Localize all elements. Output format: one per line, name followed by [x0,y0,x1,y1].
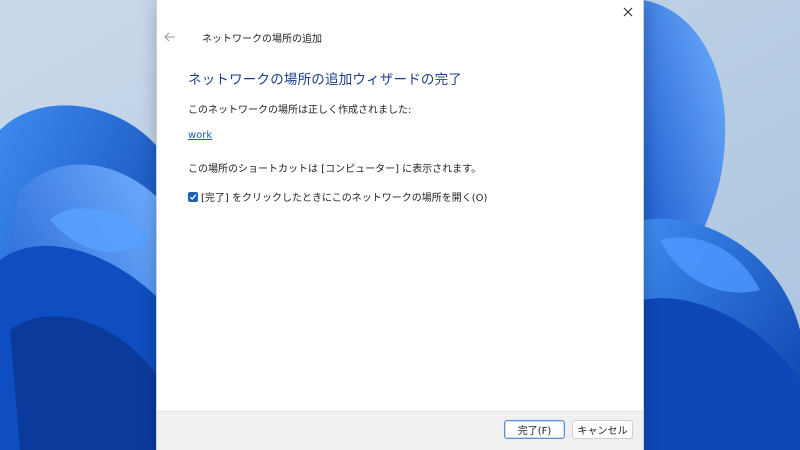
close-button[interactable] [619,2,637,22]
shortcut-info-text: この場所のショートカットは [コンピューター] に表示されます。 [188,164,482,175]
open-location-checkbox-row[interactable]: [完了] をクリックしたときにこのネットワークの場所を開く(O) [188,189,487,204]
cancel-button[interactable]: キャンセル [572,420,633,439]
open-location-checkbox[interactable] [188,191,198,202]
dialog-footer: 完了(F) キャンセル [157,411,643,450]
open-location-checkbox-label: [完了] をクリックしたときにこのネットワークの場所を開く(O) [201,193,488,204]
network-location-link[interactable]: work [188,130,212,141]
back-button[interactable] [161,28,179,46]
checkmark-icon [189,193,197,200]
desktop: ネットワークの場所の追加 ネットワークの場所の追加ウィザードの完了 このネットワ… [0,0,800,450]
success-message: このネットワークの場所は正しく作成されました: [188,105,412,116]
wizard-heading: ネットワークの場所の追加ウィザードの完了 [188,72,462,88]
finish-button[interactable]: 完了(F) [504,420,565,439]
add-network-location-dialog: ネットワークの場所の追加 ネットワークの場所の追加ウィザードの完了 このネットワ… [157,0,643,450]
wizard-window-title: ネットワークの場所の追加 [202,34,322,45]
back-arrow-icon [164,32,175,42]
title-bar [157,0,643,24]
close-icon [623,7,633,17]
